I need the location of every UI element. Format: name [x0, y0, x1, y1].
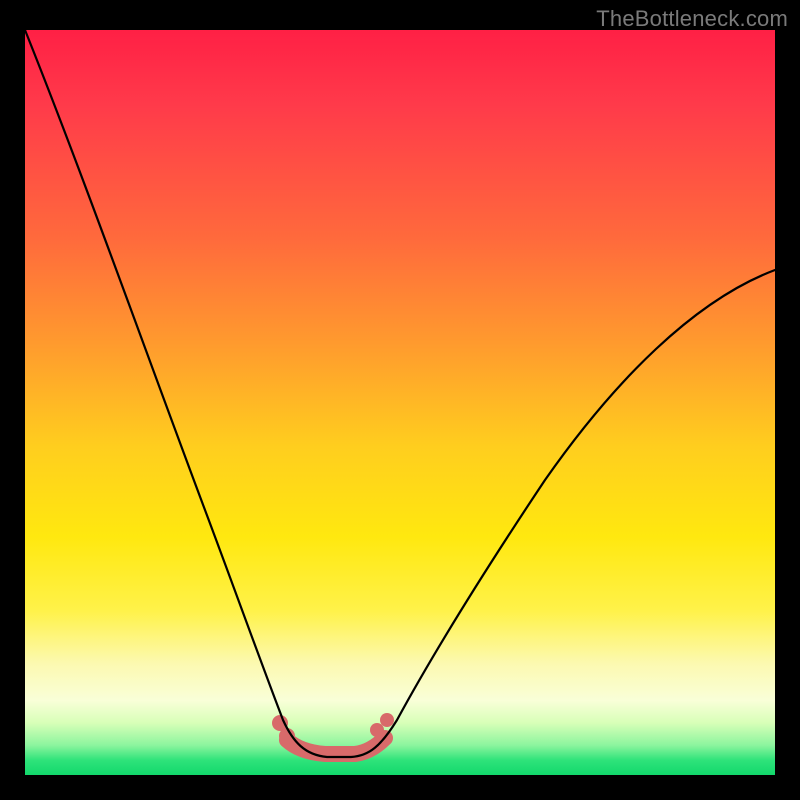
plot-area [25, 30, 775, 775]
optimal-zone-dot [370, 723, 384, 737]
bottleneck-curve [25, 30, 775, 757]
chart-frame: TheBottleneck.com [0, 0, 800, 800]
optimal-zone-dot [380, 713, 394, 727]
curve-layer [25, 30, 775, 775]
watermark-text: TheBottleneck.com [596, 6, 788, 32]
